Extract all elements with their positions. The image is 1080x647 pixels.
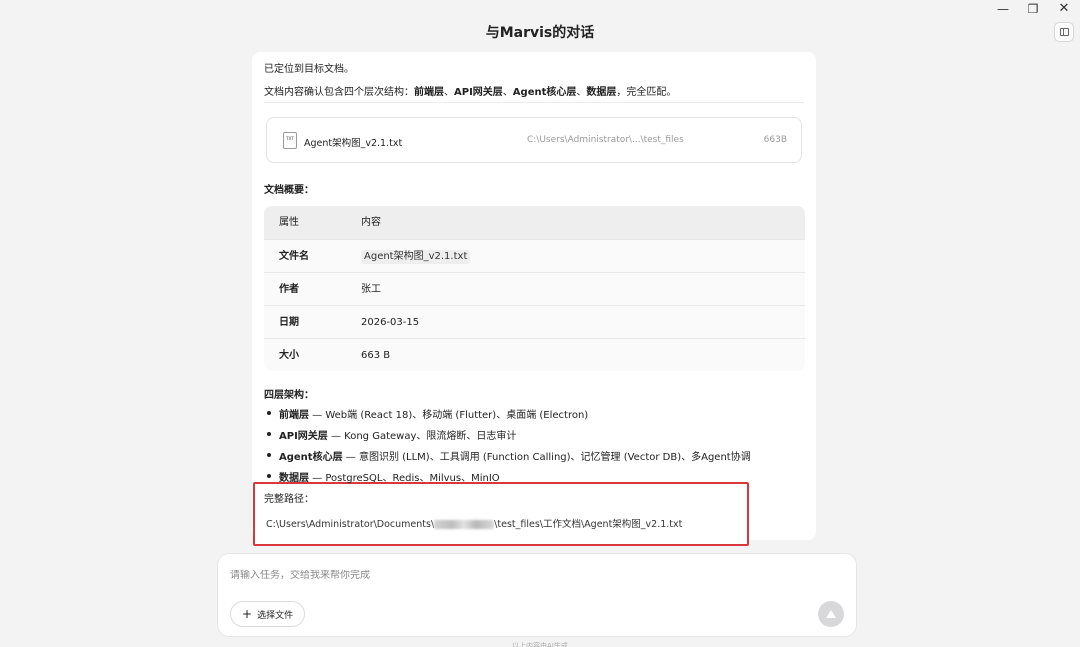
full-path-heading: 完整路径： <box>264 494 314 505</box>
row-value: 663 B <box>361 350 391 361</box>
layer-data: 数据层 <box>586 87 617 98</box>
row-key: 文件名 <box>279 251 309 262</box>
maximize-button[interactable]: ❐ <box>1023 2 1043 16</box>
plus-icon: + <box>242 607 253 621</box>
row-key: 大小 <box>279 350 299 361</box>
minimize-button[interactable]: — <box>993 2 1013 16</box>
list-item: Agent核心层 — 意图识别 (LLM)、工具调用 (Function Cal… <box>267 448 751 469</box>
send-button[interactable] <box>818 601 844 627</box>
sidebar-toggle-icon <box>1059 28 1069 36</box>
row-key: 作者 <box>279 284 299 295</box>
message-line-confirm: 文档内容确认包含四个层次结构：前端层、API网关层、Agent核心层、数据层，完… <box>264 87 677 98</box>
summary-table: 属性 内容 文件名 Agent架构图_v2.1.txt 作者 张工 日期 202… <box>264 206 805 371</box>
table-row: 大小 663 B <box>264 338 805 371</box>
row-value: 2026-03-15 <box>361 317 420 328</box>
list-item: 前端层 — Web端 (React 18)、移动端 (Flutter)、桌面端 … <box>267 406 751 427</box>
layer-gateway: API网关层 <box>454 87 503 98</box>
message-line-located: 已定位到目标文档。 <box>264 64 354 75</box>
arrow-up-icon <box>826 610 836 618</box>
select-file-label: 选择文件 <box>257 610 294 621</box>
select-file-button[interactable]: + 选择文件 <box>230 601 306 627</box>
table-header-row: 属性 内容 <box>264 206 805 239</box>
table-row: 作者 张工 <box>264 272 805 305</box>
inline-code: Agent架构图_v2.1.txt <box>361 250 471 264</box>
row-value: 张工 <box>361 284 381 295</box>
row-key: 日期 <box>279 317 299 328</box>
ai-disclaimer: 以上内容由AI生成 <box>512 642 568 647</box>
column-header-attribute: 属性 <box>279 217 299 228</box>
sidebar-toggle-button[interactable] <box>1054 22 1074 42</box>
summary-heading: 文档概要： <box>264 185 314 196</box>
file-path: C:\Users\Administrator\...\test_files <box>527 135 684 145</box>
column-header-content: 内容 <box>361 217 381 228</box>
title-bar: — ❐ ✕ 与Marvis的对话 <box>0 0 1080 50</box>
task-input[interactable] <box>230 570 810 581</box>
architecture-heading: 四层架构： <box>264 390 314 401</box>
txt-file-icon: TXT <box>283 132 297 149</box>
file-attachment-card[interactable]: TXT Agent架构图_v2.1.txt C:\Users\Administr… <box>266 117 802 163</box>
table-row: 日期 2026-03-15 <box>264 305 805 338</box>
row-value: Agent架构图_v2.1.txt <box>361 240 471 273</box>
window-title: 与Marvis的对话 <box>485 25 595 41</box>
composer: + 选择文件 <box>217 553 857 637</box>
divider <box>264 102 804 103</box>
close-button[interactable]: ✕ <box>1054 2 1074 16</box>
highlight-annotation-box <box>253 482 749 546</box>
full-path: C:\Users\Administrator\Documents\ \test_f… <box>266 519 683 530</box>
list-item: 数据层 — PostgreSQL、Redis、Milvus、MinIO <box>267 469 751 484</box>
redacted-segment <box>434 520 495 529</box>
layer-agent-core: Agent核心层 <box>512 87 577 98</box>
file-size: 663B <box>763 135 787 145</box>
file-name: Agent架构图_v2.1.txt <box>304 138 403 149</box>
table-row: 文件名 Agent架构图_v2.1.txt <box>264 239 805 272</box>
list-item: API网关层 — Kong Gateway、限流熔断、日志审计 <box>267 427 751 448</box>
architecture-list: 前端层 — Web端 (React 18)、移动端 (Flutter)、桌面端 … <box>267 406 751 484</box>
layer-frontend: 前端层 <box>414 87 444 98</box>
